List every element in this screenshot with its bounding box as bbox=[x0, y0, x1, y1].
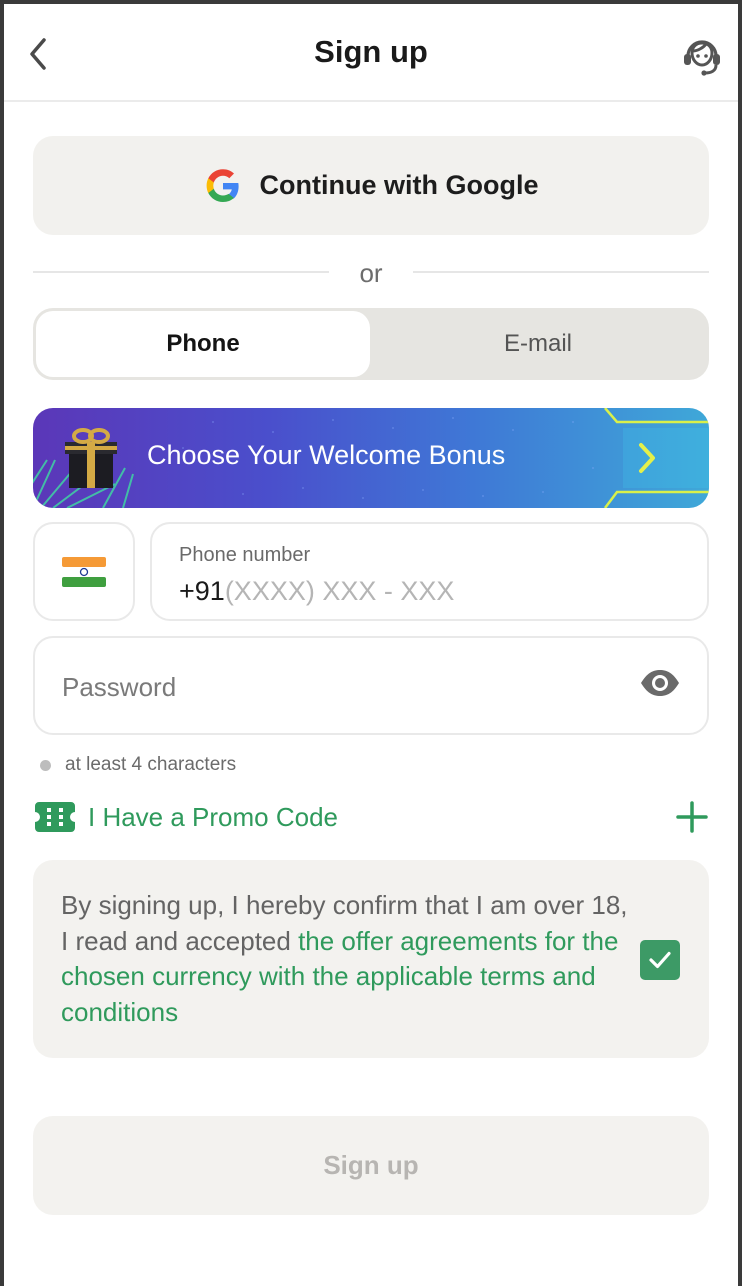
ticket-icon bbox=[35, 802, 75, 832]
welcome-bonus-banner[interactable]: Choose Your Welcome Bonus bbox=[33, 408, 709, 508]
google-button-label: Continue with Google bbox=[259, 170, 539, 200]
hint-bullet bbox=[40, 759, 51, 771]
phone-placeholder: (XXXX) XXX - XXX bbox=[224, 576, 455, 606]
tab-email[interactable]: E-mail bbox=[370, 311, 706, 377]
or-divider: or bbox=[33, 252, 709, 292]
password-field[interactable]: Password bbox=[33, 636, 709, 735]
signup-method-tabs: Phone E-mail bbox=[33, 308, 709, 380]
phone-number-label: Phone number bbox=[179, 544, 311, 566]
plus-icon[interactable] bbox=[675, 800, 709, 834]
signup-screen: Sign up Continue with Google or Phone E-… bbox=[4, 4, 738, 1286]
bonus-label: Choose Your Welcome Bonus bbox=[147, 440, 506, 470]
phone-number-field[interactable]: Phone number +91(XXXX) XXX - XXX bbox=[150, 522, 709, 621]
support-button[interactable] bbox=[678, 32, 726, 80]
terms-text: By signing up, I hereby confirm that I a… bbox=[61, 888, 641, 1030]
gift-box-icon bbox=[65, 428, 117, 488]
eye-icon bbox=[641, 670, 679, 696]
header: Sign up bbox=[4, 4, 738, 102]
country-code-selector[interactable] bbox=[33, 522, 135, 621]
terms-checkbox[interactable] bbox=[640, 940, 680, 980]
promo-code-label: I Have a Promo Code bbox=[88, 802, 339, 832]
divider-line-right bbox=[413, 271, 709, 273]
phone-number-input[interactable]: +91(XXXX) XXX - XXX bbox=[179, 576, 454, 607]
password-hint-text: at least 4 characters bbox=[65, 754, 237, 775]
terms-consent-box: By signing up, I hereby confirm that I a… bbox=[33, 860, 709, 1058]
india-flag-icon bbox=[62, 556, 106, 587]
password-visibility-toggle[interactable] bbox=[639, 668, 681, 703]
sign-up-button[interactable]: Sign up bbox=[33, 1116, 709, 1215]
or-label: or bbox=[359, 258, 383, 288]
password-hint: at least 4 characters bbox=[40, 754, 236, 776]
checkmark-icon bbox=[649, 951, 671, 969]
password-placeholder: Password bbox=[62, 672, 177, 702]
google-logo-icon bbox=[206, 168, 239, 202]
promo-code-toggle[interactable]: I Have a Promo Code bbox=[35, 798, 709, 838]
continue-with-google-button[interactable]: Continue with Google bbox=[33, 136, 709, 235]
headset-support-icon bbox=[684, 40, 720, 76]
phone-prefix: +91 bbox=[179, 576, 225, 606]
page-title: Sign up bbox=[314, 34, 428, 69]
device-frame: Sign up Continue with Google or Phone E-… bbox=[0, 0, 742, 1286]
chevron-right-icon bbox=[639, 443, 655, 473]
tab-phone[interactable]: Phone bbox=[36, 311, 370, 377]
